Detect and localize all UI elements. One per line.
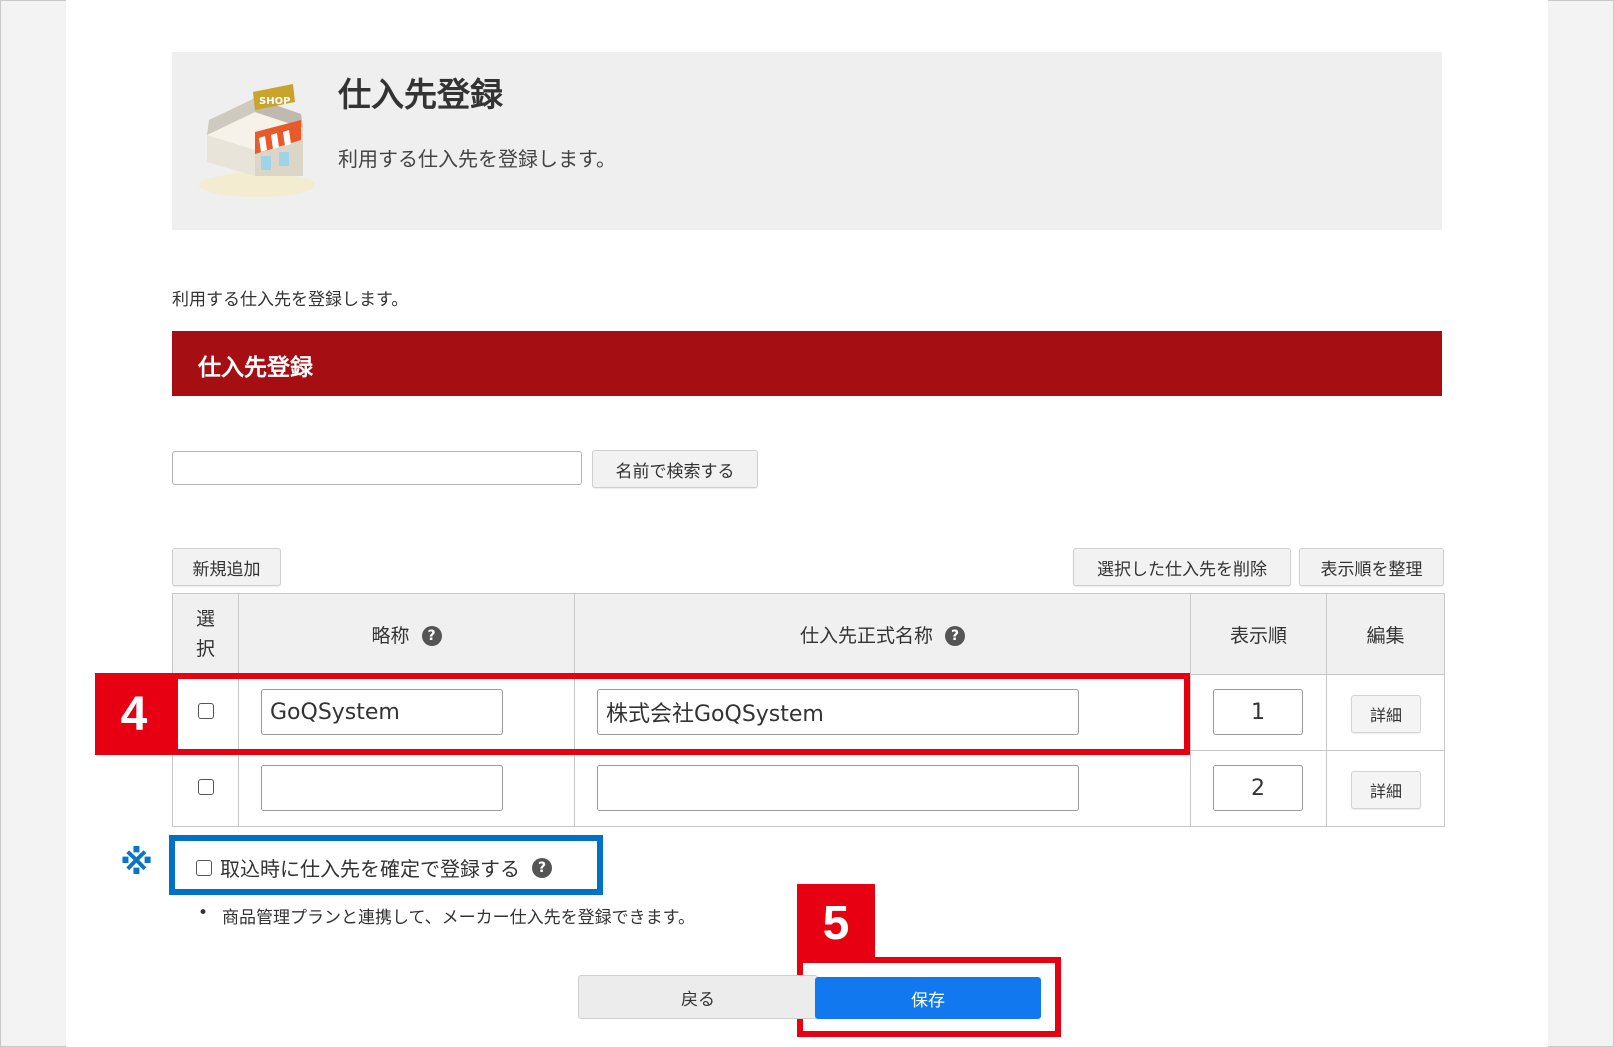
- row-select-checkbox[interactable]: [197, 778, 214, 795]
- plan-note: 商品管理プランと連携して、メーカー仕入先を登録できます。: [198, 903, 695, 928]
- help-icon[interactable]: ?: [421, 626, 442, 646]
- add-new-button[interactable]: 新規追加: [172, 548, 281, 586]
- svg-text:SHOP: SHOP: [259, 96, 290, 107]
- detail-button[interactable]: 詳細: [1351, 695, 1421, 733]
- display-order-input[interactable]: 1: [1213, 689, 1303, 735]
- section-header: 仕入先登録: [172, 331, 1442, 396]
- shop-icon: SHOP: [199, 84, 315, 197]
- step-4-badge: 4: [95, 673, 173, 755]
- column-header-select: 選択: [172, 593, 239, 675]
- confirm-on-import-checkbox[interactable]: [196, 859, 212, 876]
- column-header-edit: 編集: [1326, 593, 1445, 675]
- help-icon[interactable]: ?: [945, 626, 965, 646]
- reorder-button[interactable]: 表示順を整理: [1299, 548, 1444, 586]
- column-header-official-name: 仕入先正式名称?: [574, 593, 1191, 675]
- column-header-short-name: 略称?: [238, 593, 575, 675]
- delete-selected-button[interactable]: 選択した仕入先を削除: [1073, 548, 1291, 586]
- step-5-badge: 5: [797, 884, 875, 962]
- intro-text: 利用する仕入先を登録します。: [172, 290, 409, 310]
- back-button[interactable]: 戻る: [578, 975, 818, 1019]
- step-4-highlight: [172, 673, 1190, 755]
- search-input[interactable]: [172, 451, 582, 485]
- confirm-on-import-label: 取込時に仕入先を確定で登録する: [220, 857, 520, 881]
- column-header-order: 表示順: [1190, 593, 1327, 675]
- display-order-input[interactable]: 2: [1213, 765, 1303, 811]
- confirm-on-import-option[interactable]: 取込時に仕入先を確定で登録する ?: [196, 853, 552, 882]
- save-button[interactable]: 保存: [815, 977, 1041, 1019]
- short-name-input[interactable]: [261, 765, 503, 811]
- section-title: 仕入先登録: [198, 355, 313, 381]
- note-mark: ※: [120, 843, 154, 883]
- official-name-input[interactable]: [597, 765, 1079, 811]
- table-row: 2 詳細: [172, 750, 1445, 827]
- detail-button[interactable]: 詳細: [1351, 771, 1421, 809]
- help-icon[interactable]: ?: [532, 857, 552, 878]
- page-description: 利用する仕入先を登録します。: [338, 147, 616, 171]
- page-title: 仕入先登録: [338, 75, 503, 114]
- search-by-name-button[interactable]: 名前で検索する: [592, 450, 758, 488]
- table-header-row: 選択 略称? 仕入先正式名称? 表示順 編集: [172, 593, 1445, 675]
